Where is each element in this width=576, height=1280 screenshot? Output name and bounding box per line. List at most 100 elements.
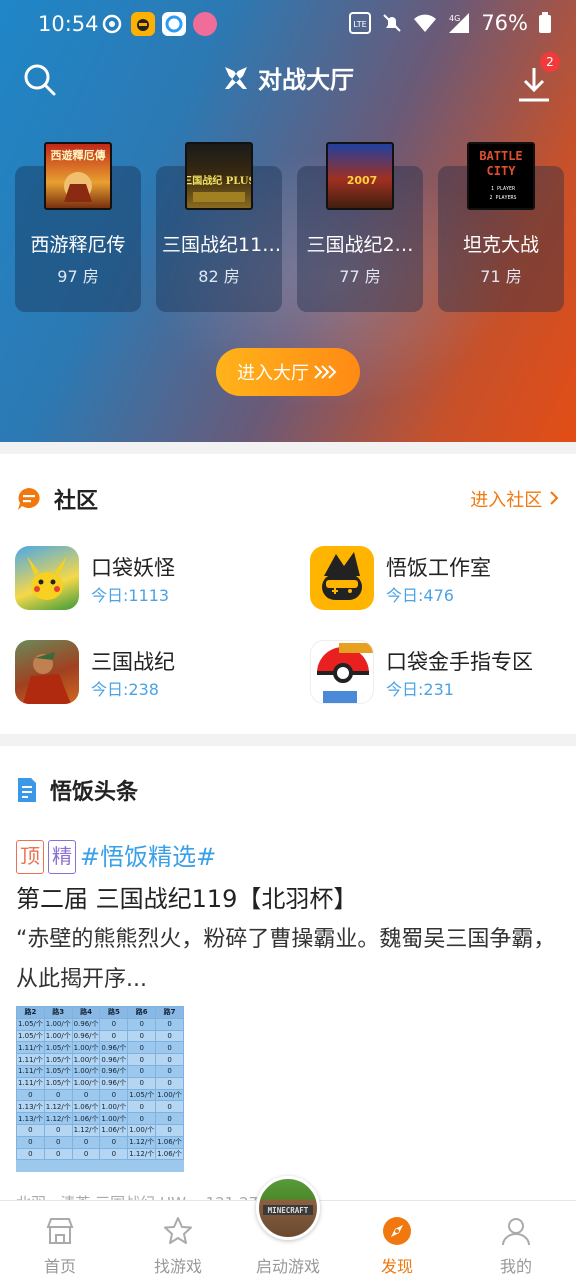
page-title-text: 对战大厅: [258, 66, 354, 94]
chat-bubble-icon: [18, 488, 40, 510]
table-row: 1.11/个 1.05/个 1.00/个 0.96/个 0 0: [16, 1064, 184, 1078]
game-cover: BATTLE CITY 1 PLAYER 2 PLAYERS: [467, 142, 535, 210]
launch-game-disc[interactable]: MINECRAFT: [256, 1176, 320, 1240]
room-game-name: 坦克大战: [462, 234, 539, 256]
tab-find-games[interactable]: 找游戏: [128, 1201, 228, 1280]
mute-icon: [383, 14, 402, 32]
forum-item-sanguo[interactable]: 三国战纪 今日:238: [15, 640, 275, 704]
tab-launch-game-label: 启动游戏: [255, 1257, 320, 1276]
community-header: 社区 进入社区: [16, 483, 560, 515]
featured-tag: 精: [48, 840, 76, 874]
enter-hall-button[interactable]: 进入大厅: [216, 348, 360, 396]
table-row: 1.13/个 1.12/个 1.06/个 1.00/个 0 0: [16, 1112, 184, 1125]
signal-icon: 4G: [449, 13, 470, 33]
game-cover: 2007: [326, 142, 394, 210]
svg-text:CITY: CITY: [487, 164, 517, 178]
section-divider: [0, 442, 576, 454]
svg-text:BATTLE: BATTLE: [479, 149, 522, 163]
tab-mine[interactable]: 我的: [466, 1201, 566, 1280]
post-title-text: 第二届 三国战纪119【北羽杯】: [16, 885, 358, 913]
pinned-tag: 顶: [16, 840, 44, 874]
table-row: 0 0 0 0 1.05/个 1.00/个: [16, 1088, 184, 1102]
table-row: 1.11/个 1.05/个 1.00/个 0.96/个 0 0: [16, 1076, 184, 1090]
double-chevron-right-icon: [314, 365, 337, 379]
community-title: 社区: [54, 489, 99, 514]
enter-community-link[interactable]: 进入社区: [470, 486, 560, 512]
table-header-row: 路2 路3 路4 路5 路6 路7: [16, 1006, 184, 1019]
room-list: 西遊釋厄傳 西游释厄传 97 房 三国战纪 PLUS 三国战纪11… 82 房 …: [15, 142, 564, 312]
enter-community-label: 进入社区: [470, 490, 543, 511]
volte-icon: LTE: [349, 12, 372, 34]
table-row: 1.05/个 1.00/个 0.96/个 0 0 0: [16, 1029, 184, 1043]
news-thumbnail-table[interactable]: 路2 路3 路4 路5 路6 路7 1.05/个 1.00/个 0.96/个 0 0 0 1.05/…: [16, 1006, 184, 1172]
svg-text:LTE: LTE: [354, 20, 367, 29]
status-time: 10:54: [38, 12, 99, 36]
svg-text:西遊釋厄傳: 西遊釋厄傳: [51, 148, 106, 162]
wifi-icon: [414, 14, 437, 32]
forum-name: 口袋妖怪: [91, 556, 175, 580]
forum-name: 三国战纪: [91, 650, 175, 674]
forum-name: 悟饭工作室: [386, 556, 491, 580]
table-row: 0 0 1.12/个 1.06/个 1.00/个 0: [16, 1123, 184, 1137]
headline-title: 悟饭头条: [50, 780, 139, 805]
compass-icon: [383, 1217, 411, 1245]
svg-text:4G: 4G: [449, 14, 460, 23]
thumbnail-table: 路2 路3 路4 路5 路6 路7 1.05/个 1.00/个 0.96/个 0 0 0 1.05/…: [16, 1006, 184, 1161]
forum-item-wufan-studio[interactable]: 悟饭工作室 今日:476: [310, 546, 570, 610]
room-card-sanguo-119[interactable]: 三国战纪 PLUS 三国战纪11… 82 房: [156, 142, 282, 312]
battery-icon: [539, 12, 551, 33]
tab-discover[interactable]: 发现: [347, 1201, 447, 1280]
browser-app-icon: [162, 12, 186, 36]
star-icon: [164, 1217, 192, 1244]
battery-percent: 76%: [481, 11, 528, 35]
room-card-xiyou[interactable]: 西遊釋厄傳 西游释厄传 97 房: [15, 142, 141, 312]
table-row: 1.11/个 1.05/个 1.00/个 0.96/个 0 0: [16, 1041, 184, 1055]
headline-header: 悟饭头条: [16, 774, 560, 806]
room-count: 77 房: [339, 267, 381, 286]
pokeball-icon: [310, 640, 374, 704]
topic-link[interactable]: #悟饭精选#: [80, 843, 216, 871]
forum-today-count: 今日:1113: [91, 586, 170, 605]
section-divider: [0, 734, 576, 746]
room-card-sanguo-2[interactable]: 2007 三国战纪2… 77 房: [297, 142, 423, 312]
room-game-name: 三国战纪11…: [162, 234, 282, 256]
tab-home[interactable]: 首页: [10, 1201, 110, 1280]
shop-icon: [46, 1218, 74, 1244]
table-row: 1.13/个 1.12/个 1.06/个 1.00/个 0 0: [16, 1100, 184, 1114]
netease-app-icon: [100, 12, 124, 36]
forum-item-pokemon-cheats[interactable]: 口袋金手指专区 今日:231: [310, 640, 570, 704]
table-row: 1.05/个 1.00/个 0.96/个 0 0 0: [16, 1017, 184, 1031]
news-excerpt: “赤壁的熊熊烈火，粉碎了曹操霸业。魏蜀吴三国争霸，从此揭开序...: [16, 927, 556, 992]
download-count-badge: 2: [540, 52, 560, 72]
forum-today-count: 今日:238: [91, 680, 159, 699]
wufan-logo-icon: [310, 546, 374, 610]
room-count: 97 房: [57, 267, 99, 286]
status-bar: 10:54 LTE 4G 76%: [0, 0, 576, 48]
forum-today-count: 今日:476: [386, 586, 454, 605]
svg-text:2 PLAYERS: 2 PLAYERS: [489, 195, 516, 201]
page-title: 对战大厅: [0, 60, 576, 95]
pikachu-icon: [15, 546, 79, 610]
tab-find-games-label: 找游戏: [153, 1257, 202, 1276]
room-card-tank[interactable]: BATTLE CITY 1 PLAYER 2 PLAYERS 坦克大战 71 房: [438, 142, 564, 312]
forum-today-count: 今日:231: [386, 680, 454, 699]
sanguo-warrior-icon: [15, 640, 79, 704]
svg-text:MINECRAFT: MINECRAFT: [268, 1206, 309, 1215]
enter-hall-label: 进入大厅: [237, 363, 309, 384]
forum-item-pokemon[interactable]: 口袋妖怪 今日:1113: [15, 546, 275, 610]
wufan-app-icon: [131, 12, 155, 36]
table-row: 1.11/个 1.05/个 1.00/个 0.96/个 0 0: [16, 1053, 184, 1066]
battle-hall-banner: 10:54 LTE 4G 76% 对战大厅 2 西遊釋厄傳 西游释厄传 97 房…: [0, 0, 576, 442]
svg-text:三国战纪 PLUS: 三国战纪 PLUS: [187, 174, 251, 187]
room-game-name: 三国战纪2…: [306, 234, 414, 256]
document-icon: [18, 778, 36, 802]
room-count: 71 房: [480, 267, 522, 286]
svg-text:1 PLAYER: 1 PLAYER: [491, 186, 516, 192]
status-icons: LTE 4G 76%: [349, 11, 552, 35]
forum-name: 口袋金手指专区: [386, 650, 533, 674]
bilibili-app-icon: [193, 12, 217, 36]
tab-mine-label: 我的: [499, 1257, 532, 1276]
chevron-right-icon: [550, 491, 559, 505]
crossed-swords-icon: [225, 66, 247, 89]
news-post-title[interactable]: 顶精 #悟饭精选# 第二届 三国战纪119【北羽杯】: [16, 836, 560, 920]
